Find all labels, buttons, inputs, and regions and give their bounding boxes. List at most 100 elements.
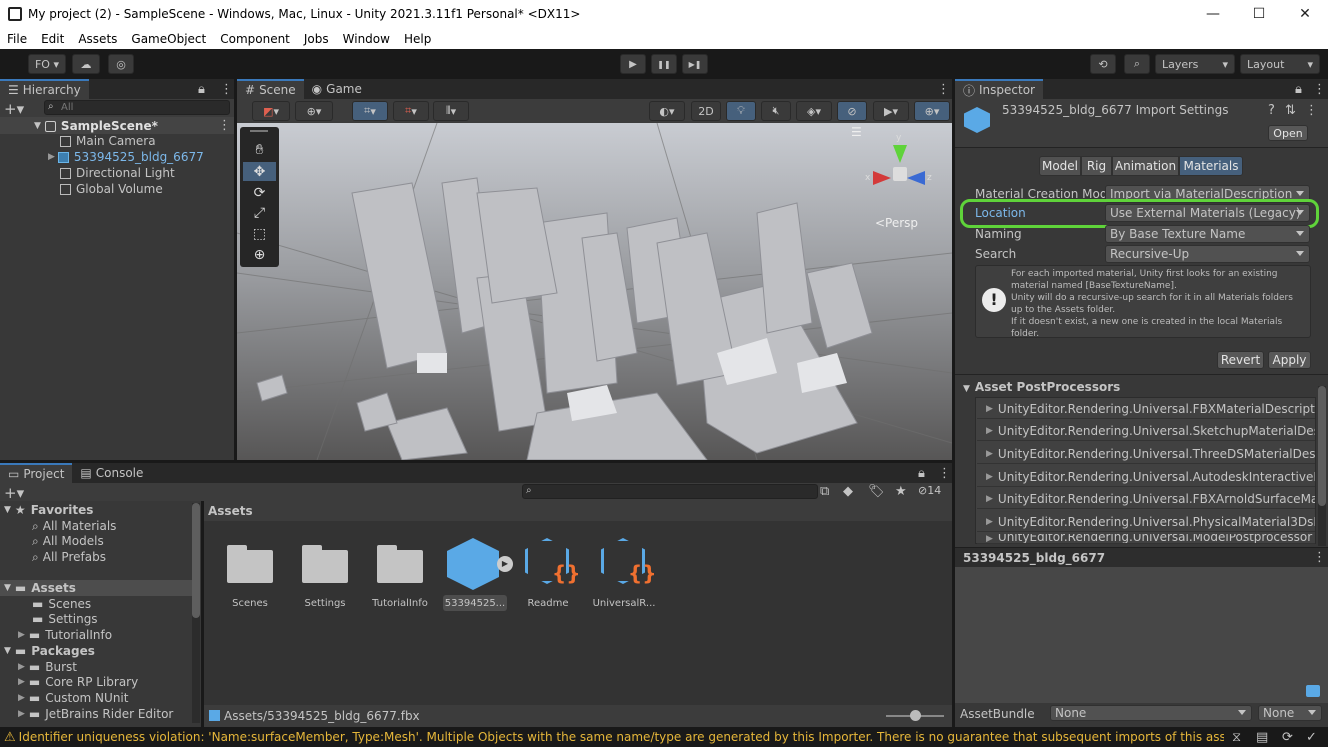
camera-dropdown[interactable]: ▶ ▾ (873, 101, 909, 121)
scene-viewport[interactable]: y x z <Persp ☰ (237, 123, 952, 460)
kebab-menu-icon[interactable]: ⋮ (938, 466, 951, 481)
favorite-star-icon[interactable]: ★ (895, 484, 907, 499)
tree-item-settings[interactable]: ▬ Settings (32, 611, 98, 627)
status-bar[interactable]: ⚠ Identifier uniqueness violation: 'Name… (0, 727, 1328, 747)
shading-dropdown[interactable]: ◐ ▾ (649, 101, 685, 121)
close-button[interactable]: ✕ (1282, 0, 1328, 28)
kebab-menu-icon[interactable]: ⋮ (1313, 550, 1326, 565)
hierarchy-item-main-camera[interactable]: Main Camera (60, 133, 156, 149)
scene-menu-icon[interactable]: ⋮ (218, 118, 231, 133)
folder-icon[interactable] (302, 545, 348, 583)
list-item[interactable]: ▶ UnityEditor.Rendering.Universal.Autodes… (977, 467, 1315, 487)
hidden-packages-toggle[interactable]: ⊘ 14 (918, 484, 941, 497)
list-item[interactable]: ▶ UnityEditor.Rendering.Universal.Sketchu… (977, 421, 1315, 441)
menu-assets[interactable]: Assets (71, 32, 124, 46)
search-by-type-icon[interactable]: ⧉ (820, 484, 829, 499)
persp-label[interactable]: <Persp (875, 216, 918, 230)
favorite-all-prefabs[interactable]: ⌕ All Prefabs (32, 549, 106, 565)
list-item[interactable]: ▶ UnityEditor.Rendering.Universal.Physica… (977, 512, 1315, 532)
scrollbar-thumb[interactable] (1318, 386, 1326, 506)
favorite-all-models[interactable]: ⌕ All Models (32, 533, 104, 549)
open-button[interactable]: Open (1268, 125, 1308, 141)
menu-jobs[interactable]: Jobs (297, 32, 336, 46)
tab-animation[interactable]: Animation (1112, 156, 1179, 176)
breadcrumb-assets[interactable]: Assets (208, 504, 253, 518)
visibility-toggle-icon[interactable]: ⊘ (837, 101, 867, 121)
snap-increment-dropdown[interactable]: ⌗ ▾ (393, 101, 429, 121)
presets-icon[interactable]: ⇅ (1285, 103, 1296, 118)
list-item[interactable]: ▶ UnityEditor.Rendering.Universal.ModelPo… (977, 534, 1315, 544)
lock-icon[interactable]: 🔒︎ (918, 466, 925, 481)
tab-materials[interactable]: Materials (1179, 156, 1243, 176)
minimize-button[interactable]: — (1190, 0, 1236, 28)
tree-item-burst[interactable]: ▶ ▬ Burst (18, 659, 77, 675)
scrollbar-thumb[interactable] (192, 503, 200, 618)
packages-header[interactable]: ▼ ▬ Packages (4, 643, 95, 659)
audio-toggle-icon[interactable]: 🔇︎ (761, 101, 791, 121)
search-dropdown[interactable]: Recursive-Up (1105, 245, 1310, 263)
menu-window[interactable]: Window (336, 32, 397, 46)
menu-gameobject[interactable]: GameObject (124, 32, 213, 46)
preview-area[interactable] (955, 567, 1328, 703)
menu-lines-icon[interactable]: ☰ (851, 125, 862, 139)
naming-dropdown[interactable]: By Base Texture Name (1105, 225, 1310, 243)
play-button[interactable]: ▶ (620, 54, 646, 74)
layers-dropdown[interactable]: Layers ▾ (1155, 54, 1235, 74)
tree-item-jetbrains[interactable]: ▶ ▬ JetBrains Rider Editor (18, 706, 173, 722)
tree-item-custom-nunit[interactable]: ▶ ▬ Custom NUnit (18, 690, 128, 706)
tab-hierarchy[interactable]: ☰ Hierarchy (0, 79, 89, 99)
tab-inspector[interactable]: ⓘ Inspector (955, 79, 1043, 99)
favorites-header[interactable]: ▼ ★ Favorites (4, 502, 93, 518)
progress-icon[interactable]: ⟳ (1282, 730, 1293, 745)
hierarchy-item-bldg[interactable]: ▶ 53394525_bldg_6677 (48, 149, 204, 165)
filter-type-icon[interactable]: ◆ (843, 484, 853, 499)
ruler-dropdown[interactable]: ⦀ ▾ (433, 101, 469, 121)
tree-item-scenes[interactable]: ▬ Scenes (32, 596, 91, 612)
hierarchy-item-global-volume[interactable]: Global Volume (60, 181, 163, 197)
move-tool-icon[interactable]: ✥ (243, 162, 276, 181)
collab-icon[interactable]: ◎ (108, 54, 134, 74)
menu-edit[interactable]: Edit (34, 32, 71, 46)
assetbundle-dropdown[interactable]: None (1050, 705, 1252, 721)
lock-icon[interactable]: 🔒︎ (198, 82, 205, 97)
lighting-toggle-icon[interactable]: 💡︎ (726, 101, 756, 121)
help-icon[interactable]: ? (1268, 103, 1275, 118)
layout-dropdown[interactable]: Layout ▾ (1240, 54, 1320, 74)
apply-button[interactable]: Apply (1268, 351, 1311, 369)
hierarchy-search-input[interactable]: ⌕ All (44, 100, 230, 115)
grid-snap-dropdown[interactable]: ⌗ ▾ (352, 101, 388, 121)
kebab-menu-icon[interactable]: ⋮ (1305, 103, 1318, 118)
tree-item-tutorialinfo[interactable]: ▶ ▬ TutorialInfo (18, 627, 112, 643)
drag-handle[interactable] (250, 130, 268, 132)
tab-project[interactable]: ▭ Project (0, 463, 73, 483)
assets-header[interactable]: ▼ ▬ Assets (4, 580, 76, 596)
kebab-menu-icon[interactable]: ⋮ (937, 82, 950, 97)
kebab-menu-icon[interactable]: ⋮ (220, 82, 233, 97)
account-dropdown[interactable]: FO ▾ (28, 54, 66, 74)
rotate-tool-icon[interactable]: ⟳ (243, 183, 276, 202)
tab-console[interactable]: ▤ Console (72, 463, 151, 483)
zoom-slider-thumb[interactable] (910, 710, 921, 721)
menu-file[interactable]: File (0, 32, 34, 46)
cloud-icon[interactable]: ☁ (72, 54, 100, 74)
maximize-button[interactable]: ☐ (1236, 0, 1282, 28)
postprocessors-header[interactable]: ▼ Asset PostProcessors (963, 380, 1120, 394)
label-filter-icon[interactable]: 🏷︎ (868, 484, 885, 499)
hand-tool-icon[interactable]: ✋︎ (243, 140, 276, 159)
cache-icon[interactable]: ▤ (1256, 730, 1268, 745)
scale-tool-icon[interactable]: ⤢ (243, 203, 276, 222)
check-icon[interactable]: ✓ (1306, 730, 1317, 745)
toggle-2d-button[interactable]: 2D (691, 101, 721, 121)
inspector-scrollbar[interactable] (1318, 386, 1326, 546)
folder-icon[interactable] (377, 545, 423, 583)
list-item[interactable]: ▶ UnityEditor.Rendering.Universal.ThreeDS… (977, 444, 1315, 464)
step-button[interactable]: ▶❚ (682, 54, 708, 74)
favorite-all-materials[interactable]: ⌕ All Materials (32, 518, 116, 534)
menu-help[interactable]: Help (397, 32, 438, 46)
draw-mode-dropdown[interactable]: ◩ ▾ (252, 101, 290, 121)
debug-icon[interactable]: ⧖ (1232, 730, 1241, 745)
search-icon[interactable]: ⌕ (1124, 54, 1150, 74)
add-icon[interactable]: +▾ (4, 484, 24, 502)
list-item[interactable]: ▶ UnityEditor.Rendering.Universal.FBXArno… (977, 489, 1315, 509)
history-icon[interactable]: ⟲ (1090, 54, 1116, 74)
